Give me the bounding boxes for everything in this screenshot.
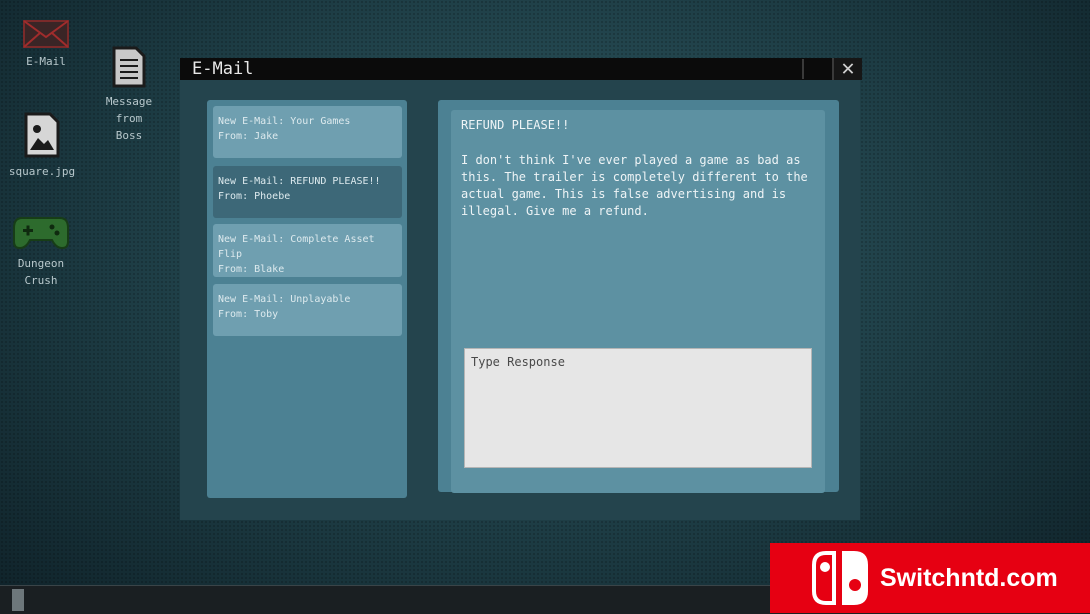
desktop-icon-square-jpg[interactable]: square.jpg: [8, 112, 76, 180]
desktop-icon-label: E-Mail: [26, 55, 66, 68]
email-window: E-Mail ✕ New E-Mail: Your Games From: Ja…: [180, 58, 862, 520]
switch-logo-icon: [812, 551, 868, 605]
inbox-item-refund-please[interactable]: New E-Mail: REFUND PLEASE!! From: Phoebe: [213, 166, 402, 218]
email-sender: From: Jake: [218, 131, 279, 142]
inbox-item-your-games[interactable]: New E-Mail: Your Games From: Jake: [213, 106, 402, 158]
window-titlebar[interactable]: E-Mail ✕: [180, 58, 862, 80]
document-icon: [112, 46, 146, 88]
watermark-banner: Switchntd.com: [770, 543, 1090, 613]
response-input[interactable]: [464, 348, 812, 468]
close-button[interactable]: ✕: [832, 58, 862, 80]
email-subject: New E-Mail: REFUND PLEASE!!: [218, 176, 381, 187]
inbox-item-unplayable[interactable]: New E-Mail: Unplayable From: Toby: [213, 284, 402, 336]
close-icon: ✕: [841, 56, 855, 81]
desktop-icon-label: Message from Boss: [105, 95, 153, 142]
minimize-button[interactable]: [802, 59, 832, 79]
inbox-list: New E-Mail: Your Games From: Jake New E-…: [207, 100, 407, 498]
inbox-item-complete-asset-flip[interactable]: New E-Mail: Complete Asset Flip From: Bl…: [213, 224, 402, 277]
email-reader-content: REFUND PLEASE!! I don't think I've ever …: [451, 110, 825, 493]
desktop-icon-email[interactable]: E-Mail: [16, 20, 76, 70]
window-title: E-Mail: [192, 59, 254, 79]
email-body: I don't think I've ever played a game as…: [461, 153, 808, 218]
desktop-icon-label: Dungeon Crush: [17, 257, 65, 287]
gamepad-icon: [13, 217, 69, 250]
email-subject: New E-Mail: Your Games: [218, 116, 351, 127]
email-sender: From: Phoebe: [218, 191, 291, 202]
email-title: REFUND PLEASE!!: [461, 118, 570, 132]
email-subject: New E-Mail: Unplayable: [218, 294, 351, 305]
email-sender: From: Toby: [218, 309, 279, 320]
email-sender: From: Blake: [218, 264, 285, 275]
start-button[interactable]: [12, 589, 24, 611]
image-file-icon: [24, 112, 60, 158]
desktop-icon-message-from-boss[interactable]: Message from Boss: [98, 46, 160, 144]
window-body: New E-Mail: Your Games From: Jake New E-…: [180, 80, 860, 520]
watermark-text: Switchntd.com: [880, 564, 1058, 592]
desktop-icon-label: square.jpg: [8, 165, 76, 178]
desktop-icon-dungeon-crush[interactable]: Dungeon Crush: [8, 212, 74, 289]
email-subject: New E-Mail: Complete Asset Flip: [218, 234, 375, 260]
envelope-icon: [23, 20, 69, 48]
email-reader: REFUND PLEASE!! I don't think I've ever …: [438, 100, 839, 493]
